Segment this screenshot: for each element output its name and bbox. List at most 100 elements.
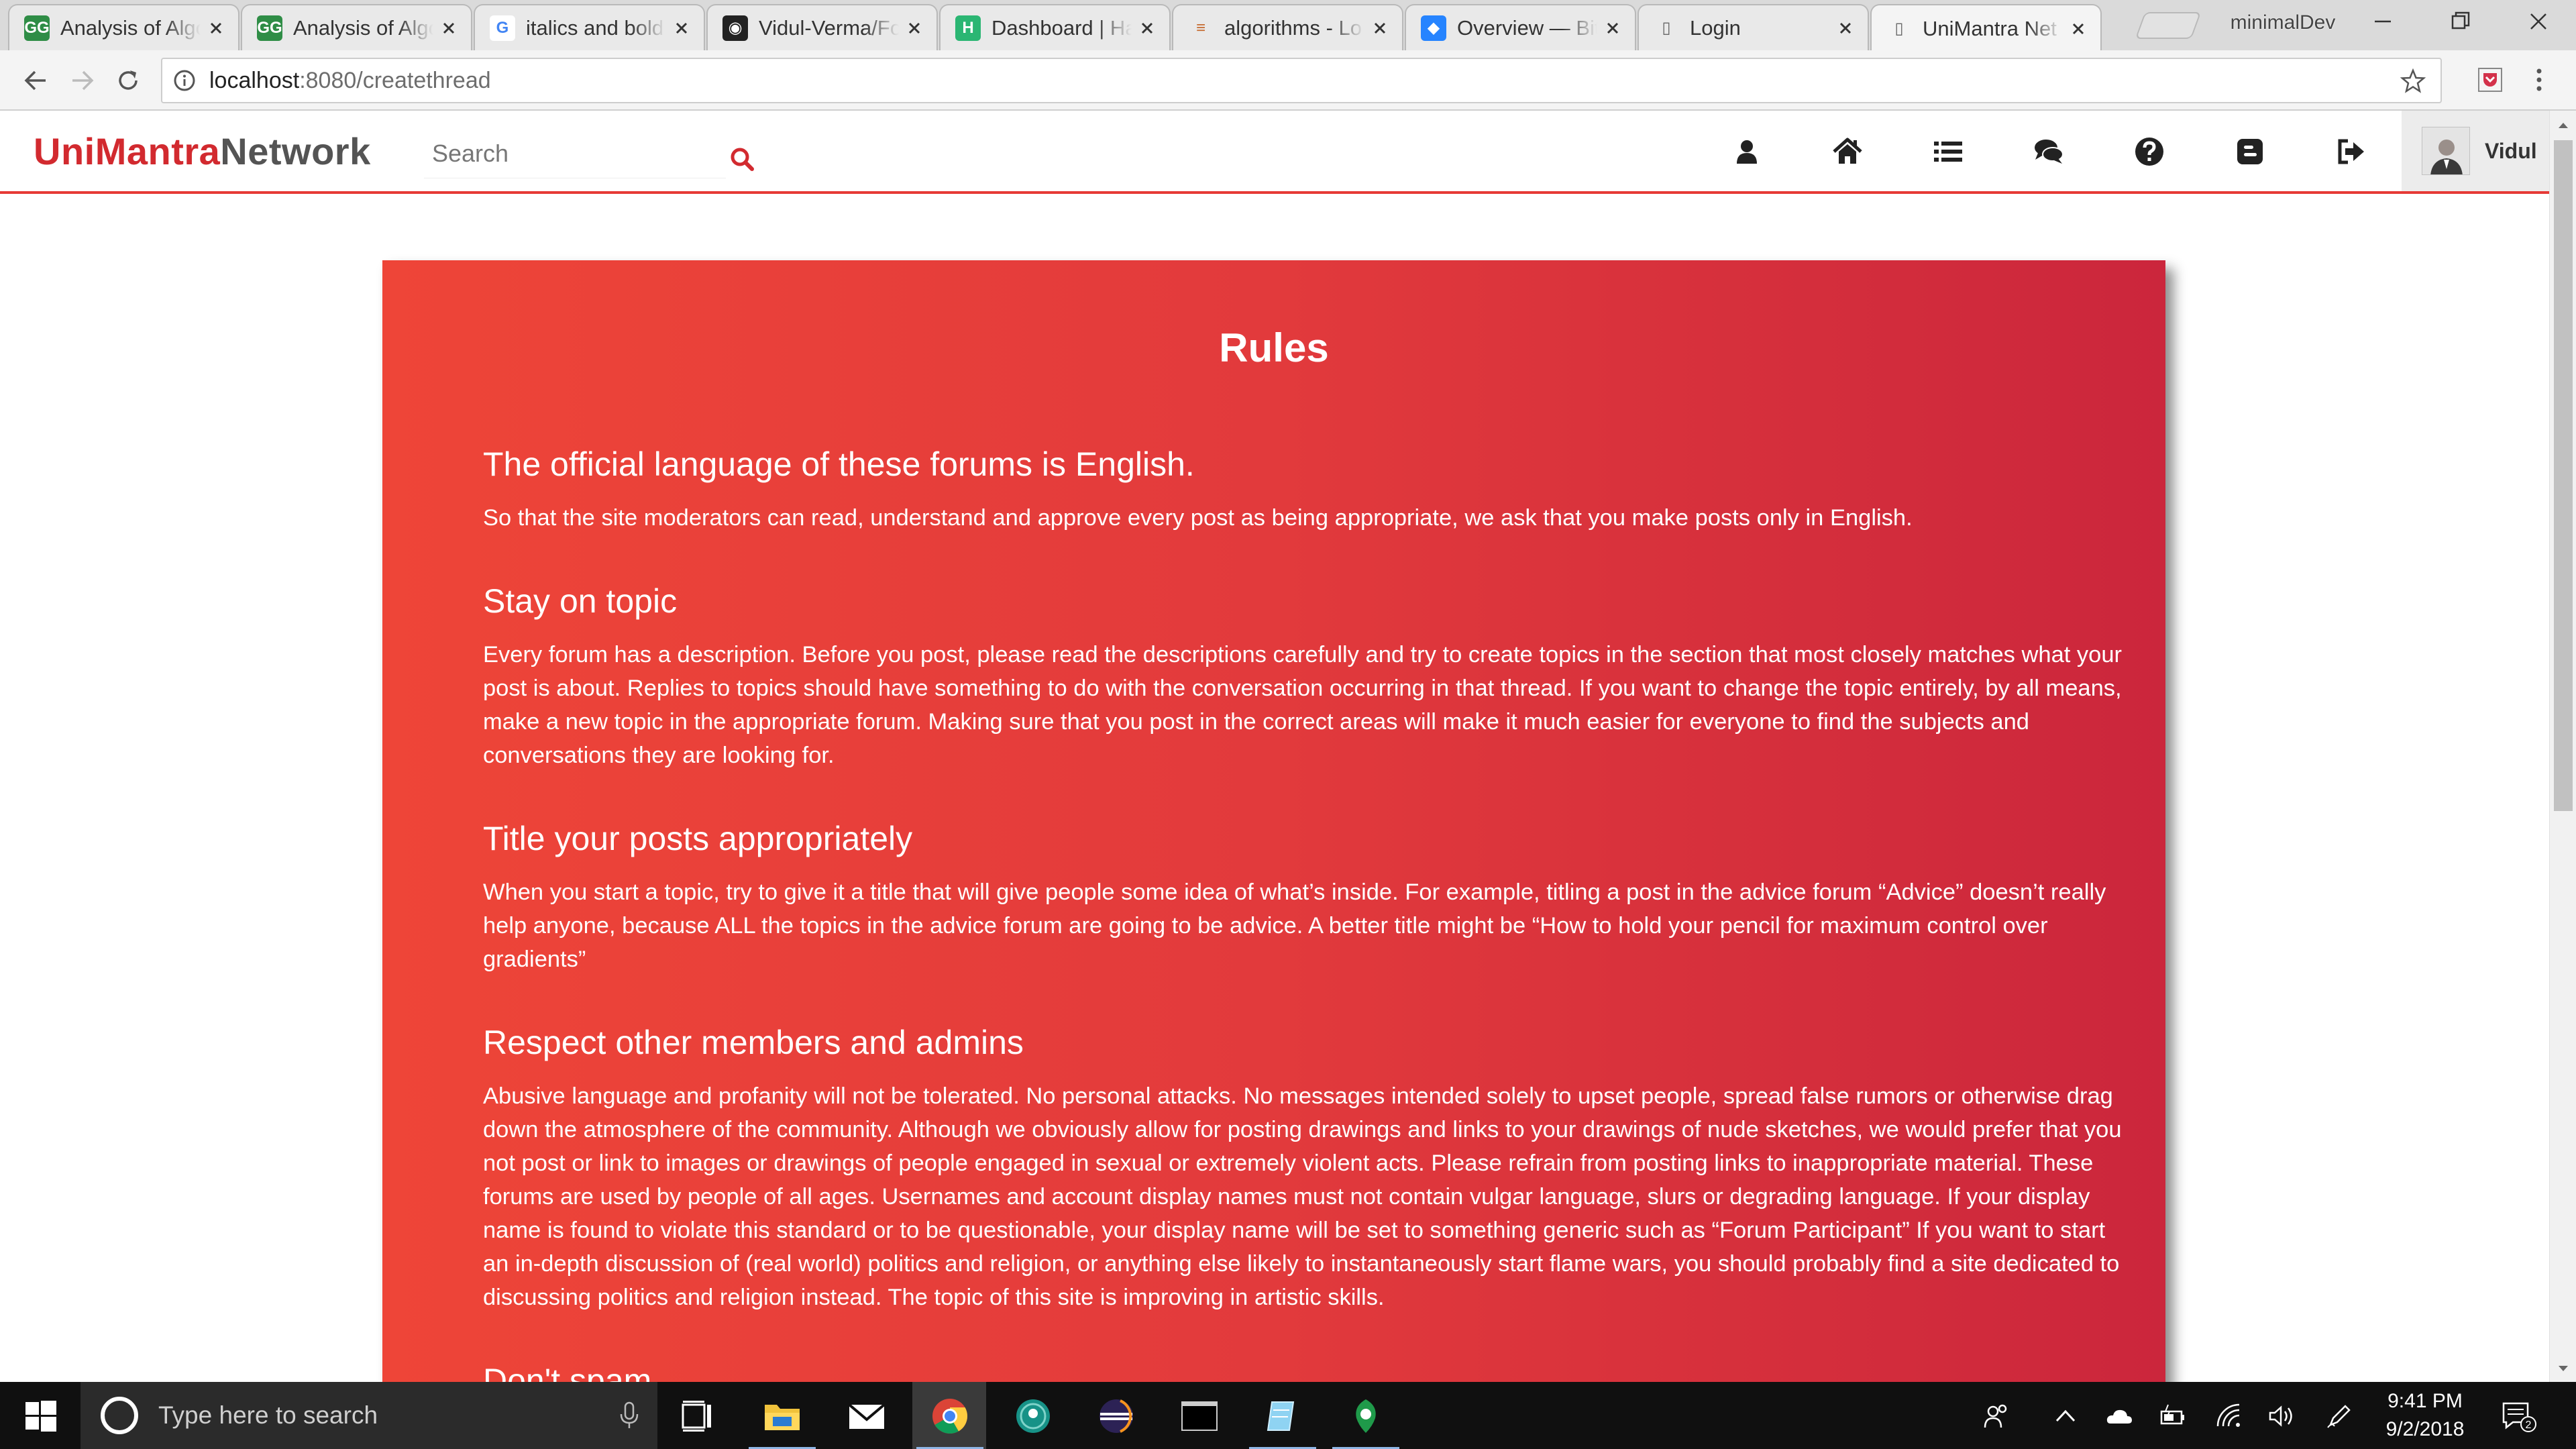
pen-icon[interactable]: [2325, 1402, 2353, 1430]
wifi-icon[interactable]: [2215, 1402, 2243, 1430]
tab-title: UniMantra Net: [1923, 16, 2057, 40]
sourcetree-icon[interactable]: [1332, 1397, 1399, 1449]
rule-body: When you start a topic, try to give it a…: [483, 879, 2106, 972]
tab-close-icon[interactable]: [206, 18, 226, 38]
cortana-icon[interactable]: [101, 1397, 138, 1434]
forward-arrow-icon[interactable]: [68, 66, 97, 95]
pocket-extension-icon[interactable]: [2475, 65, 2505, 95]
tab-title: Analysis of Algo: [60, 15, 201, 40]
volume-icon[interactable]: [2267, 1402, 2296, 1430]
notepad-icon[interactable]: [1249, 1397, 1316, 1449]
tab-title: italics and bold: [526, 15, 664, 40]
browser-tab[interactable]: H Dashboard | Ha: [939, 4, 1171, 50]
rule-section: Title your posts appropriately When you s…: [483, 819, 2132, 976]
browser-tab[interactable]: ◆ Overview — Bit: [1405, 4, 1636, 50]
tab-title: Overview — Bit: [1457, 15, 1597, 40]
onedrive-icon[interactable]: [2105, 1402, 2133, 1430]
rule-body: So that the site moderators can read, un…: [483, 505, 1913, 531]
window-close-icon[interactable]: [2524, 7, 2553, 36]
list-icon[interactable]: [1932, 136, 1964, 168]
github-icon: ◉: [722, 15, 748, 41]
page-scrollbar[interactable]: [2549, 111, 2576, 1382]
people-icon[interactable]: [1982, 1402, 2010, 1430]
task-view-icon[interactable]: [678, 1397, 718, 1436]
blogger-icon[interactable]: [2234, 136, 2266, 168]
browser-tab[interactable]: ≡ algorithms - Lo: [1172, 4, 1403, 50]
browser-tab[interactable]: ▯ Login: [1638, 4, 1869, 50]
home-icon[interactable]: [1831, 136, 1864, 168]
tab-close-icon[interactable]: [672, 18, 692, 38]
new-tab-button[interactable]: [2135, 12, 2202, 39]
windows-start-icon[interactable]: [25, 1401, 56, 1432]
microphone-icon[interactable]: [617, 1401, 641, 1430]
chevron-up-icon[interactable]: [2051, 1402, 2080, 1430]
profile-name[interactable]: minimalDev: [2226, 8, 2340, 38]
rules-list: The official language of these forums is…: [483, 445, 2132, 1400]
notification-center-icon[interactable]: 2: [2501, 1399, 2537, 1433]
terminal-icon[interactable]: [1179, 1397, 1220, 1436]
browser-tab[interactable]: GG Analysis of Algo: [241, 4, 472, 50]
eclipse-icon[interactable]: [1096, 1397, 1136, 1436]
reload-icon[interactable]: [114, 66, 142, 95]
rule-heading: The official language of these forums is…: [483, 445, 1195, 483]
avatar: [2422, 127, 2470, 175]
page-icon: ▯: [1662, 19, 1671, 37]
geeksforgeeks-icon: GG: [257, 15, 282, 41]
site-logo[interactable]: UniMantraNetwork: [34, 129, 371, 173]
search-icon[interactable]: [729, 146, 755, 172]
taskbar-clock[interactable]: 9:41 PM 9/2/2018: [2361, 1387, 2489, 1444]
tab-title: Login: [1690, 15, 1741, 40]
clock-date: 9/2/2018: [2385, 1418, 2465, 1440]
browser-tab[interactable]: GG Analysis of Algo: [8, 4, 239, 50]
tab-close-icon[interactable]: [439, 18, 459, 38]
browser-menu-icon[interactable]: [2529, 65, 2549, 95]
clock-time: 9:41 PM: [2387, 1390, 2463, 1412]
restore-icon[interactable]: [2446, 7, 2475, 36]
url-text: localhost:8080/createthread: [209, 67, 491, 93]
browser-tab[interactable]: ◉ Vidul-Verma/Fo: [706, 4, 938, 50]
scroll-up-icon[interactable]: [2557, 119, 2570, 132]
hackerearth-icon: H: [955, 15, 981, 41]
tab-close-icon[interactable]: [1603, 18, 1623, 38]
tab-close-icon[interactable]: [2068, 19, 2088, 39]
site-search-input[interactable]: [424, 129, 726, 178]
rule-body: Every forum has a description. Before yo…: [483, 642, 2123, 768]
address-bar[interactable]: localhost:8080/createthread: [161, 58, 2442, 103]
browser-tab[interactable]: Gitalics and bold: [474, 4, 705, 50]
back-arrow-icon[interactable]: [21, 66, 50, 95]
file-explorer-icon[interactable]: [749, 1397, 816, 1449]
bookmark-star-icon[interactable]: [2400, 68, 2426, 94]
rule-heading: Title your posts appropriately: [483, 820, 913, 857]
user-name: Vidul: [2485, 138, 2537, 163]
tab-title: Dashboard | Ha: [991, 15, 1132, 40]
notification-count: 2: [2526, 1419, 2532, 1431]
tab-close-icon[interactable]: [1137, 18, 1157, 38]
battery-icon[interactable]: [2159, 1402, 2187, 1430]
geeksforgeeks-icon: GG: [24, 15, 50, 41]
mail-icon[interactable]: [847, 1397, 887, 1436]
rule-section: Stay on topic Every forum has a descripti…: [483, 582, 2132, 772]
site-navbar: UniMantraNetwork Vidul: [0, 111, 2549, 194]
tab-title: Vidul-Verma/Fo: [759, 15, 899, 40]
page-icon: ▯: [1894, 19, 1904, 38]
tab-close-icon[interactable]: [1835, 18, 1856, 38]
gitkraken-icon[interactable]: [1013, 1397, 1053, 1436]
windows-taskbar: Type here to search 9:41 PM 9/2/2018 2: [0, 1382, 2576, 1449]
user-icon[interactable]: [1731, 136, 1763, 168]
tab-close-icon[interactable]: [1370, 18, 1390, 38]
sign-out-icon[interactable]: [2334, 136, 2367, 168]
question-icon[interactable]: [2133, 136, 2165, 168]
tab-close-icon[interactable]: [904, 18, 924, 38]
minimize-icon[interactable]: [2368, 7, 2398, 36]
info-icon[interactable]: [173, 69, 196, 92]
scroll-down-icon[interactable]: [2557, 1362, 2570, 1375]
rule-heading: Stay on topic: [483, 582, 678, 620]
taskbar-search-box[interactable]: Type here to search: [80, 1382, 657, 1449]
bitbucket-icon: ◆: [1421, 15, 1446, 41]
scroll-thumb[interactable]: [2554, 140, 2573, 811]
chrome-icon[interactable]: [916, 1397, 983, 1449]
comments-icon[interactable]: [2033, 136, 2065, 168]
browser-tab[interactable]: ▯ UniMantra Net: [1870, 4, 2102, 52]
user-menu[interactable]: Vidul: [2402, 111, 2549, 191]
rule-section: The official language of these forums is…: [483, 445, 2132, 535]
